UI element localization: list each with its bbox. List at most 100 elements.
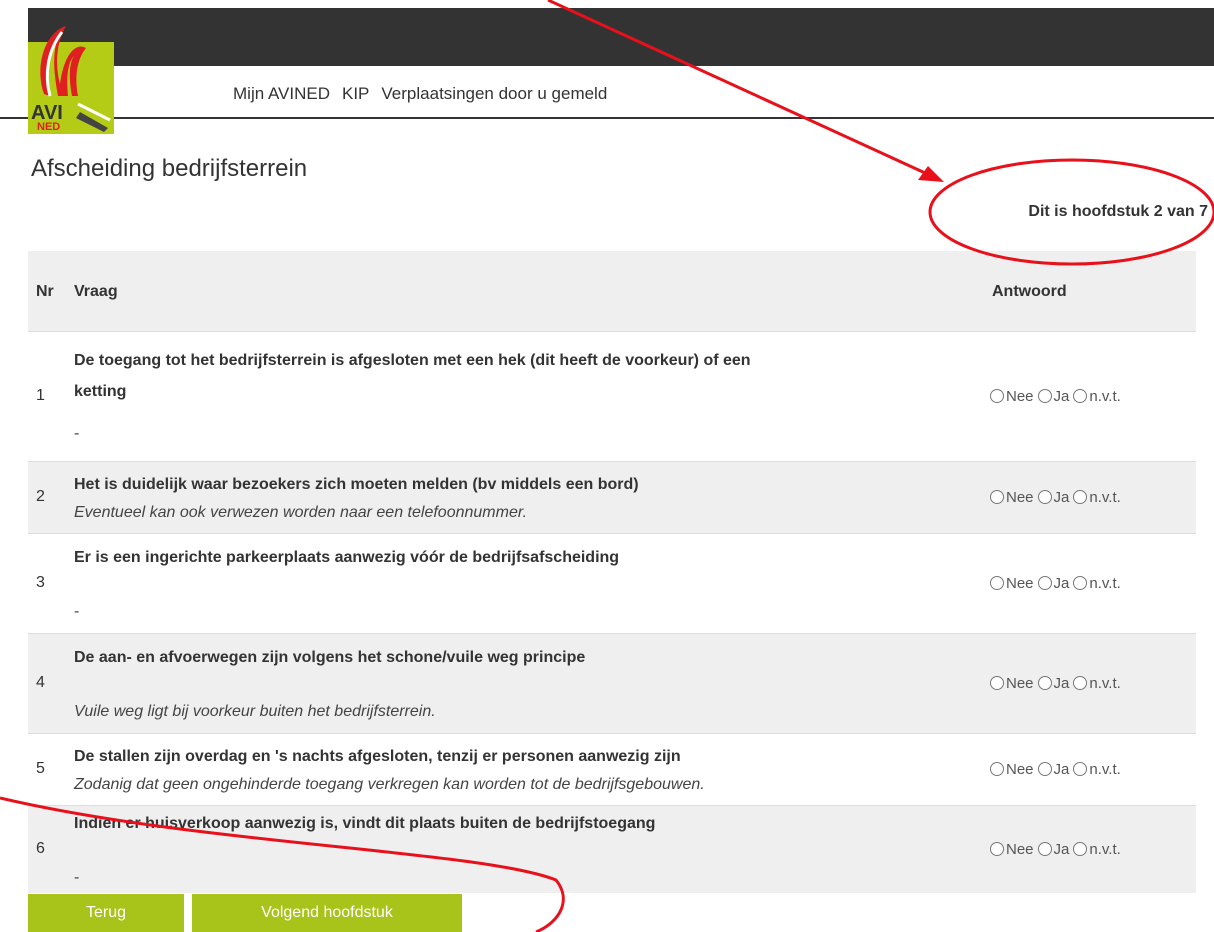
question-text: Het is duidelijk waar bezoekers zich moe… bbox=[74, 475, 639, 493]
answer-cell: Nee Ja n.v.t. bbox=[988, 733, 1196, 805]
avined-logo[interactable]: AVI NED bbox=[28, 24, 114, 134]
nav-mijn-avined[interactable]: Mijn AVINED bbox=[233, 84, 330, 104]
answer-option-nee[interactable]: Nee bbox=[990, 575, 1034, 592]
row-number: 1 bbox=[36, 387, 45, 404]
logo-text-ned: NED bbox=[37, 121, 60, 133]
answer-option-ja[interactable]: Ja bbox=[1037, 761, 1069, 778]
radio-icon[interactable] bbox=[1073, 762, 1088, 776]
back-button[interactable]: Terug bbox=[28, 894, 184, 932]
option-label: Nee bbox=[1006, 840, 1034, 858]
option-label: Ja bbox=[1053, 488, 1070, 506]
answer-cell: Nee Ja n.v.t. bbox=[988, 805, 1196, 893]
answer-option-nvt[interactable]: n.v.t. bbox=[1073, 388, 1121, 405]
table-row: 4 De aan- en afvoerwegen zijn volgens he… bbox=[28, 633, 1196, 733]
option-label: n.v.t. bbox=[1089, 574, 1121, 592]
answer-option-nvt[interactable]: n.v.t. bbox=[1073, 488, 1121, 506]
answer-cell: Nee Ja n.v.t. bbox=[988, 331, 1196, 461]
radio-icon[interactable] bbox=[1073, 490, 1088, 504]
answer-option-nvt[interactable]: n.v.t. bbox=[1073, 761, 1121, 778]
radio-icon[interactable] bbox=[990, 676, 1004, 690]
option-label: Nee bbox=[1006, 488, 1034, 506]
radio-icon[interactable] bbox=[1073, 576, 1088, 590]
question-note: Vuile weg ligt bij voorkeur buiten het b… bbox=[74, 702, 436, 720]
answer-options: Nee Ja n.v.t. bbox=[990, 841, 1196, 858]
header-question: Vraag bbox=[74, 283, 118, 301]
table-row: 5 De stallen zijn overdag en 's nachts a… bbox=[28, 733, 1196, 805]
page-title: Afscheiding bedrijfsterrein bbox=[31, 155, 308, 182]
question-cell: Het is duidelijk waar bezoekers zich moe… bbox=[74, 461, 988, 533]
radio-icon[interactable] bbox=[990, 490, 1004, 504]
row-number: 5 bbox=[36, 760, 45, 777]
nav-verplaatsingen[interactable]: Verplaatsingen door u gemeld bbox=[381, 84, 607, 104]
answer-option-nvt[interactable]: n.v.t. bbox=[1073, 674, 1121, 692]
option-label: Nee bbox=[1006, 574, 1034, 592]
question-text: Indien er huisverkoop aanwezig is, vindt… bbox=[74, 814, 656, 832]
radio-icon[interactable] bbox=[1073, 389, 1088, 403]
option-label: Ja bbox=[1053, 674, 1070, 692]
question-text: Er is een ingerichte parkeerplaats aanwe… bbox=[74, 548, 620, 566]
radio-icon[interactable] bbox=[1037, 576, 1052, 590]
question-note: - bbox=[74, 602, 80, 620]
radio-icon[interactable] bbox=[1037, 490, 1052, 504]
radio-icon[interactable] bbox=[990, 842, 1004, 857]
question-cell: Er is een ingerichte parkeerplaats aanwe… bbox=[74, 533, 988, 633]
row-number: 3 bbox=[36, 574, 45, 591]
option-label: n.v.t. bbox=[1089, 674, 1121, 692]
answer-option-ja[interactable]: Ja bbox=[1037, 488, 1070, 506]
question-note: Eventueel kan ook verwezen worden naar e… bbox=[74, 503, 528, 521]
answer-option-nee[interactable]: Nee bbox=[990, 388, 1034, 405]
radio-icon[interactable] bbox=[1073, 676, 1088, 690]
top-bar bbox=[28, 8, 1214, 66]
nav-divider bbox=[0, 117, 1214, 119]
question-note: Zodanig dat geen ongehinderde toegang ve… bbox=[74, 775, 705, 793]
question-cell: Indien er huisverkoop aanwezig is, vindt… bbox=[74, 805, 988, 893]
question-text: De toegang tot het bedrijfsterrein is af… bbox=[74, 352, 751, 369]
radio-icon[interactable] bbox=[990, 389, 1004, 403]
question-note: - bbox=[74, 425, 80, 442]
question-cell: De toegang tot het bedrijfsterrein is af… bbox=[74, 331, 988, 461]
answer-option-ja[interactable]: Ja bbox=[1037, 387, 1070, 405]
question-cell: De aan- en afvoerwegen zijn volgens het … bbox=[74, 633, 988, 733]
table-row: 3 Er is een ingerichte parkeerplaats aan… bbox=[28, 533, 1196, 633]
option-label: Ja bbox=[1053, 574, 1070, 592]
question-cell: De stallen zijn overdag en 's nachts afg… bbox=[74, 733, 988, 805]
row-number: 4 bbox=[36, 674, 45, 691]
header-answer: Antwoord bbox=[992, 283, 1067, 301]
radio-icon[interactable] bbox=[1073, 842, 1088, 857]
answer-cell: Nee Ja n.v.t. bbox=[988, 461, 1196, 533]
answer-cell: Nee Ja n.v.t. bbox=[988, 633, 1196, 733]
option-label: Nee bbox=[1006, 387, 1034, 405]
answer-option-ja[interactable]: Ja bbox=[1037, 574, 1070, 592]
answer-option-nee[interactable]: Nee bbox=[990, 841, 1034, 858]
option-label: n.v.t. bbox=[1089, 488, 1121, 506]
nav-kip[interactable]: KIP bbox=[342, 84, 369, 104]
table-row: 6 Indien er huisverkoop aanwezig is, vin… bbox=[28, 805, 1196, 893]
answer-option-nee[interactable]: Nee bbox=[990, 761, 1034, 778]
question-text: ketting bbox=[74, 383, 127, 400]
answer-option-ja[interactable]: Ja bbox=[1037, 841, 1069, 858]
table-row: 1 De toegang tot het bedrijfsterrein is … bbox=[28, 331, 1196, 461]
answer-options: Nee Ja n.v.t. bbox=[990, 675, 1196, 692]
option-label: Nee bbox=[1006, 674, 1034, 692]
header-nr: Nr bbox=[36, 283, 54, 301]
option-label: Ja bbox=[1053, 387, 1070, 405]
table-header-row: Nr Vraag Antwoord bbox=[28, 251, 1196, 331]
radio-icon[interactable] bbox=[1037, 676, 1052, 690]
radio-icon[interactable] bbox=[1037, 389, 1052, 403]
radio-icon[interactable] bbox=[1037, 762, 1052, 776]
answer-options: Nee Ja n.v.t. bbox=[990, 761, 1196, 778]
radio-icon[interactable] bbox=[990, 762, 1004, 776]
answer-options: Nee Ja n.v.t. bbox=[990, 388, 1196, 405]
answer-option-nvt[interactable]: n.v.t. bbox=[1073, 574, 1121, 592]
question-note: - bbox=[74, 868, 80, 886]
radio-icon[interactable] bbox=[990, 576, 1004, 590]
answer-option-nvt[interactable]: n.v.t. bbox=[1073, 841, 1121, 858]
next-chapter-button[interactable]: Volgend hoofdstuk bbox=[192, 894, 462, 932]
chapter-indicator: Dit is hoofdstuk 2 van 7 bbox=[1028, 203, 1208, 220]
answer-option-nee[interactable]: Nee bbox=[990, 675, 1034, 692]
answer-option-ja[interactable]: Ja bbox=[1037, 674, 1070, 692]
question-table: Nr Vraag Antwoord 1 De toegang tot het b… bbox=[28, 251, 1196, 893]
answer-option-nee[interactable]: Nee bbox=[990, 489, 1034, 506]
radio-icon[interactable] bbox=[1037, 842, 1052, 857]
answer-cell: Nee Ja n.v.t. bbox=[988, 533, 1196, 633]
